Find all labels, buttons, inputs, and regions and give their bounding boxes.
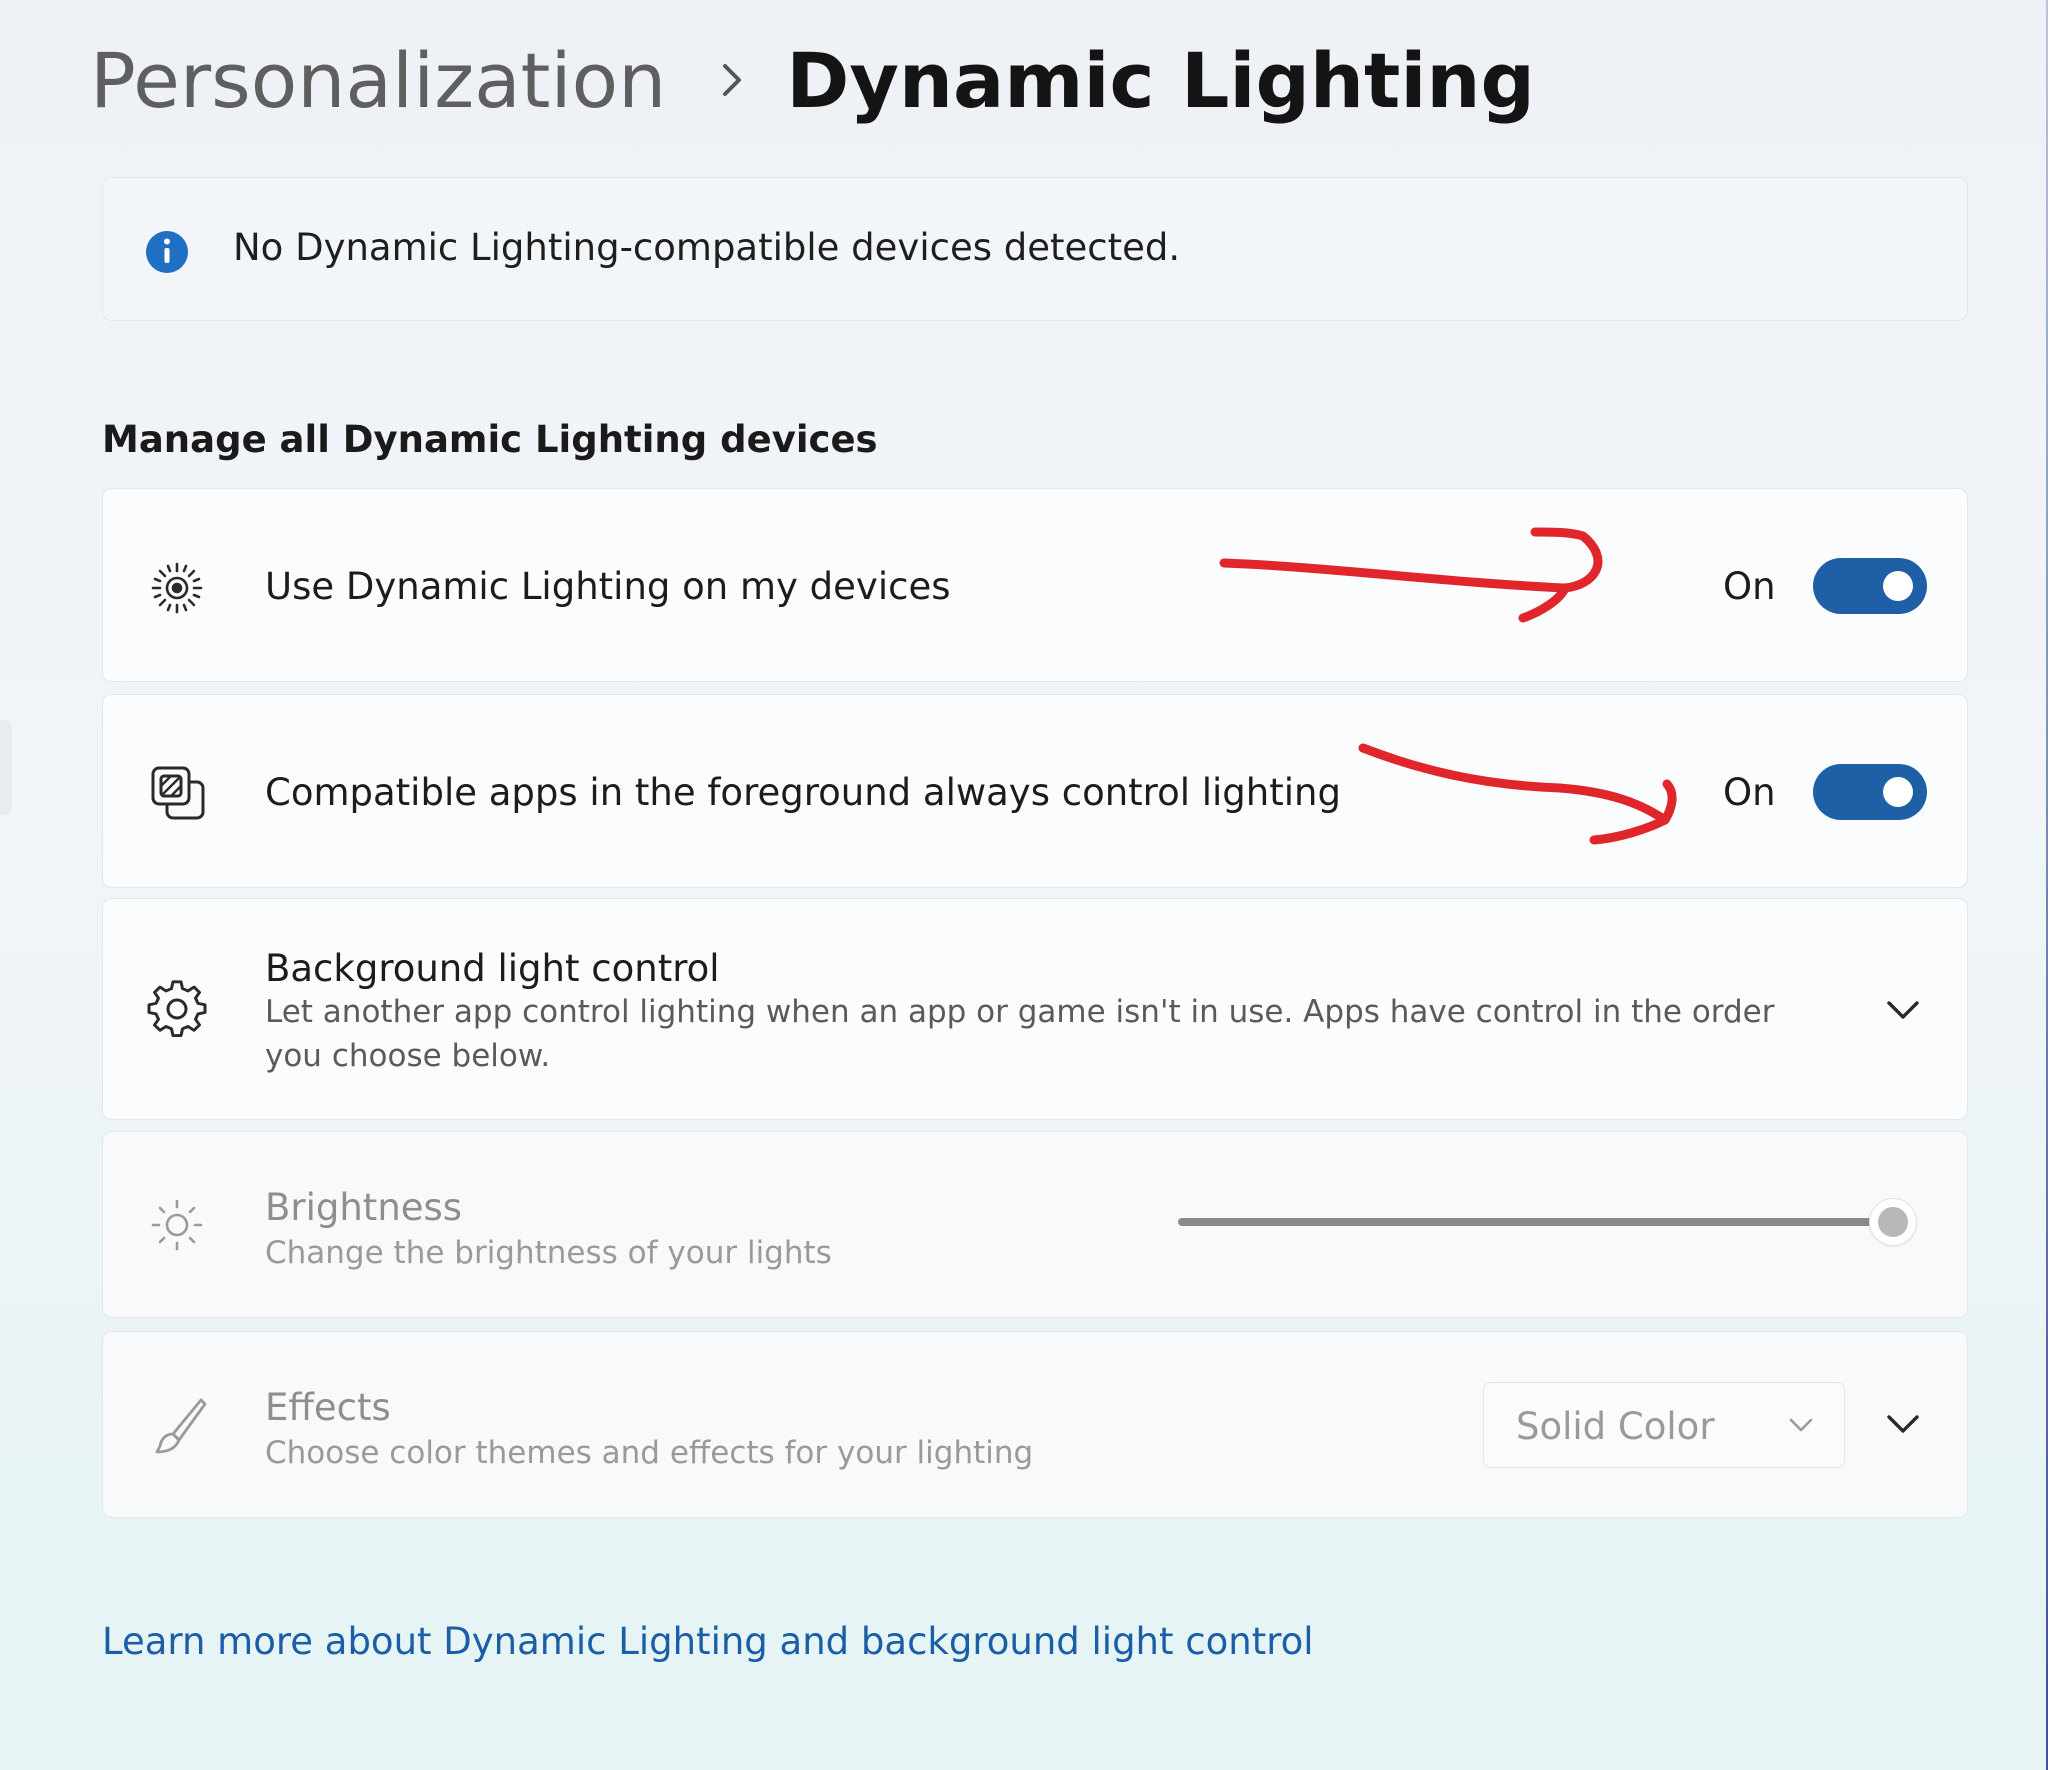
brightness-slider-thumb[interactable] bbox=[1870, 1199, 1916, 1245]
learn-more-link[interactable]: Learn more about Dynamic Lighting and ba… bbox=[102, 1620, 1314, 1663]
brush-icon bbox=[147, 1394, 209, 1460]
setting-effects: Effects Choose color themes and effects … bbox=[102, 1331, 1968, 1518]
gear-icon bbox=[147, 980, 207, 1044]
setting-use-dynamic-lighting: Use Dynamic Lighting on my devices On bbox=[102, 488, 1968, 682]
chevron-down-icon[interactable] bbox=[1885, 1413, 1921, 1439]
dropdown-selected-value: Solid Color bbox=[1516, 1405, 1715, 1448]
section-title: Manage all Dynamic Lighting devices bbox=[102, 418, 878, 461]
setting-label: Effects bbox=[265, 1386, 391, 1429]
toggle-knob bbox=[1883, 777, 1913, 807]
foreground-apps-icon bbox=[147, 762, 209, 828]
toggle-state-text: On bbox=[1723, 565, 1776, 608]
effects-dropdown[interactable]: Solid Color bbox=[1483, 1382, 1845, 1468]
setting-label: Compatible apps in the foreground always… bbox=[265, 771, 1341, 814]
brightness-slider-track[interactable] bbox=[1178, 1218, 1878, 1226]
info-bar: No Dynamic Lighting-compatible devices d… bbox=[102, 177, 1968, 321]
setting-background-light-control[interactable]: Background light control Let another app… bbox=[102, 898, 1968, 1120]
left-edge-tab bbox=[0, 720, 12, 815]
setting-label: Background light control bbox=[265, 947, 720, 990]
brightness-icon bbox=[147, 1195, 207, 1259]
setting-description: Change the brightness of your lights bbox=[265, 1235, 832, 1271]
chevron-right-icon bbox=[720, 60, 744, 100]
toggle-state-text: On bbox=[1723, 771, 1776, 814]
info-icon bbox=[145, 230, 189, 278]
foreground-apps-toggle[interactable] bbox=[1813, 764, 1927, 820]
setting-label: Use Dynamic Lighting on my devices bbox=[265, 565, 951, 608]
chevron-down-icon bbox=[1788, 1417, 1814, 1437]
setting-brightness: Brightness Change the brightness of your… bbox=[102, 1131, 1968, 1318]
info-message: No Dynamic Lighting-compatible devices d… bbox=[233, 226, 1181, 269]
dynamic-lighting-toggle[interactable] bbox=[1813, 558, 1927, 614]
setting-label: Brightness bbox=[265, 1186, 463, 1229]
breadcrumb-parent[interactable]: Personalization bbox=[90, 36, 666, 125]
setting-description: Let another app control lighting when an… bbox=[265, 994, 1775, 1074]
page-title: Dynamic Lighting bbox=[786, 35, 1535, 125]
dynamic-lighting-icon bbox=[147, 558, 207, 622]
setting-foreground-apps-control: Compatible apps in the foreground always… bbox=[102, 694, 1968, 888]
chevron-down-icon[interactable] bbox=[1885, 999, 1921, 1025]
breadcrumb: Personalization Dynamic Lighting bbox=[90, 30, 1535, 130]
toggle-knob bbox=[1883, 571, 1913, 601]
